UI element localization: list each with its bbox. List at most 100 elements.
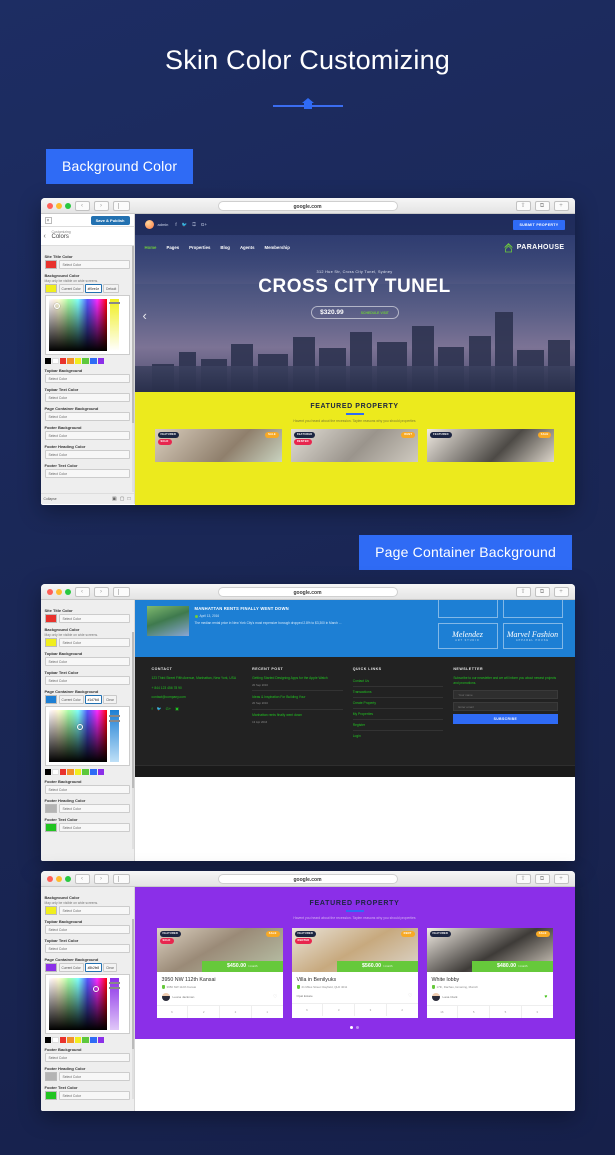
hue-handle[interactable] — [108, 715, 120, 717]
hue-handle[interactable] — [108, 982, 120, 984]
address-bar[interactable]: google.com — [217, 586, 398, 597]
forward-button[interactable]: › — [93, 200, 109, 211]
share-button[interactable]: ⇧ — [515, 586, 531, 597]
address-bar[interactable]: google.com — [217, 873, 398, 884]
select-color-button[interactable]: Select Color — [44, 676, 130, 685]
select-color-button[interactable]: Select Color — [44, 469, 130, 478]
control-site-title-color[interactable]: Select Color — [44, 614, 130, 623]
schedule-visit-button[interactable]: SCHEDULE VISIT — [361, 311, 389, 315]
preset-swatch[interactable] — [67, 358, 74, 364]
saturation-handle[interactable] — [92, 986, 99, 992]
nav-item-pages[interactable]: Pages — [166, 245, 179, 250]
preset-swatch[interactable] — [67, 1037, 74, 1043]
control-topbar-text-color[interactable]: Select Color — [44, 944, 130, 953]
hex-value-field[interactable]: #1d7fd4 — [84, 695, 103, 704]
footer-post[interactable]: Manhattan rents finally went down 13 Apr… — [252, 713, 343, 727]
select-color-button[interactable]: Select Color — [44, 412, 130, 421]
preset-swatch[interactable] — [97, 769, 105, 775]
select-color-button[interactable]: Select Color — [44, 450, 130, 459]
topbar-user-label[interactable]: admin — [158, 222, 169, 227]
facebook-icon[interactable]: f — [175, 222, 176, 228]
property-name[interactable]: White lobby — [432, 977, 548, 983]
hex-value-field[interactable]: #f0ee1e — [84, 284, 103, 293]
saturation-handle[interactable] — [76, 724, 83, 730]
maximize-window-icon[interactable] — [64, 875, 71, 882]
minimize-window-icon[interactable] — [55, 202, 62, 209]
swatch-site-title-color[interactable] — [44, 614, 57, 623]
favorite-heart-icon[interactable]: ♡ — [273, 994, 277, 1000]
hero-prev-arrow-icon[interactable]: ‹ — [143, 308, 147, 323]
property-card[interactable]: FEATURED RENTED RENT — [290, 428, 419, 462]
swatch-background-color[interactable] — [44, 284, 57, 293]
sidebar-toggle-button[interactable] — [112, 873, 130, 884]
select-color-button[interactable]: Select Color — [44, 785, 130, 794]
nav-item-blog[interactable]: Blog — [220, 245, 230, 250]
close-window-icon[interactable] — [46, 875, 53, 882]
submit-property-button[interactable]: SUBMIT PROPERTY — [513, 219, 565, 230]
tablet-preview-icon[interactable]: ▢ — [120, 496, 125, 502]
maximize-window-icon[interactable] — [64, 202, 71, 209]
footer-social-links[interactable]: f 🐦 G+ ▣ — [152, 706, 243, 711]
property-card[interactable]: FEATURED RENTED RENT $560.00 / month Vil… — [291, 927, 418, 1018]
select-color-button[interactable]: Select Color — [58, 260, 130, 269]
control-topbar-background[interactable]: Select Color — [44, 374, 130, 383]
preset-swatch[interactable] — [90, 1037, 97, 1043]
color-picker-blue[interactable] — [44, 706, 130, 766]
preset-swatch[interactable] — [90, 358, 97, 364]
control-footer-text-color[interactable]: Select Color — [44, 469, 130, 478]
control-footer-background[interactable]: Select Color — [44, 785, 130, 794]
brand-placeholder[interactable] — [502, 600, 563, 618]
color-mode-tabs[interactable]: Current Color #f0ee1e Default — [58, 284, 120, 293]
preset-swatch[interactable] — [44, 358, 52, 364]
swatch-background-color[interactable] — [44, 638, 57, 647]
swatch-footer-text-color[interactable] — [44, 1091, 57, 1100]
preset-swatch[interactable] — [52, 358, 59, 364]
tab-clear[interactable]: Clear — [103, 695, 117, 704]
preset-swatch[interactable] — [74, 1037, 82, 1043]
twitter-icon[interactable]: 🐦 — [157, 706, 162, 711]
saturation-area[interactable] — [48, 978, 107, 1030]
preset-swatch[interactable] — [59, 769, 67, 775]
tab-clear[interactable]: Clear — [103, 963, 117, 972]
control-background-color[interactable]: Select Color — [44, 906, 130, 915]
footer-link-my-properties[interactable]: My Properties — [352, 709, 444, 720]
newsletter-email-input[interactable]: Enter email — [453, 702, 558, 712]
footer-email[interactable]: contact@company.com — [152, 695, 243, 701]
share-button[interactable]: ⇧ — [515, 200, 531, 211]
select-color-button[interactable]: Select Color — [44, 1053, 130, 1062]
control-background-color[interactable]: Select Color — [44, 638, 130, 647]
control-footer-text-color[interactable]: Select Color — [44, 823, 130, 832]
nav-item-agents[interactable]: Agents — [240, 245, 255, 250]
brand-placeholder[interactable] — [437, 600, 498, 618]
hex-value-field[interactable]: #8b2fe8 — [84, 963, 103, 972]
select-color-button[interactable]: Select Color — [44, 374, 130, 383]
footer-post[interactable]: Getting Started Designing Apps for the A… — [252, 676, 343, 692]
maximize-window-icon[interactable] — [64, 588, 71, 595]
property-card[interactable]: FEATURED SALE — [427, 428, 555, 462]
select-color-button[interactable]: Select Color — [58, 804, 130, 813]
favorite-heart-icon[interactable]: ♥ — [545, 994, 548, 1000]
tab-current-color[interactable]: Current Color — [58, 963, 84, 972]
footer-phone[interactable]: + 844 123 456 78 90 — [152, 686, 243, 692]
select-color-button[interactable]: Select Color — [58, 1072, 130, 1081]
select-color-button[interactable]: Select Color — [58, 1091, 130, 1100]
swatch-background-color[interactable] — [44, 906, 57, 915]
customizer-scrollbar[interactable] — [131, 632, 134, 849]
select-color-button[interactable]: Select Color — [44, 431, 130, 440]
googleplus-icon[interactable]: G+ — [166, 706, 171, 711]
agent-name[interactable]: Lana Clark — [443, 995, 458, 999]
select-color-button[interactable]: Select Color — [58, 614, 130, 623]
new-tab-button[interactable]: + — [553, 200, 569, 211]
hue-handle[interactable] — [108, 720, 120, 722]
control-footer-background[interactable]: Select Color — [44, 1053, 130, 1062]
color-picker-purple[interactable] — [44, 974, 130, 1034]
hue-slider[interactable] — [108, 710, 120, 762]
preset-swatch[interactable] — [97, 358, 105, 364]
control-page-container-background[interactable]: Current Color #8b2fe8 Clear — [44, 963, 130, 972]
select-color-button[interactable]: Select Color — [44, 657, 130, 666]
property-agent-row[interactable]: Leona Jackman ♡ — [156, 989, 283, 1006]
tabs-button[interactable]: ⧉ — [534, 200, 550, 211]
swatch-site-title-color[interactable] — [44, 260, 57, 269]
control-topbar-background[interactable]: Select Color — [44, 925, 130, 934]
agent-name[interactable]: Leona Jackman — [173, 995, 195, 999]
